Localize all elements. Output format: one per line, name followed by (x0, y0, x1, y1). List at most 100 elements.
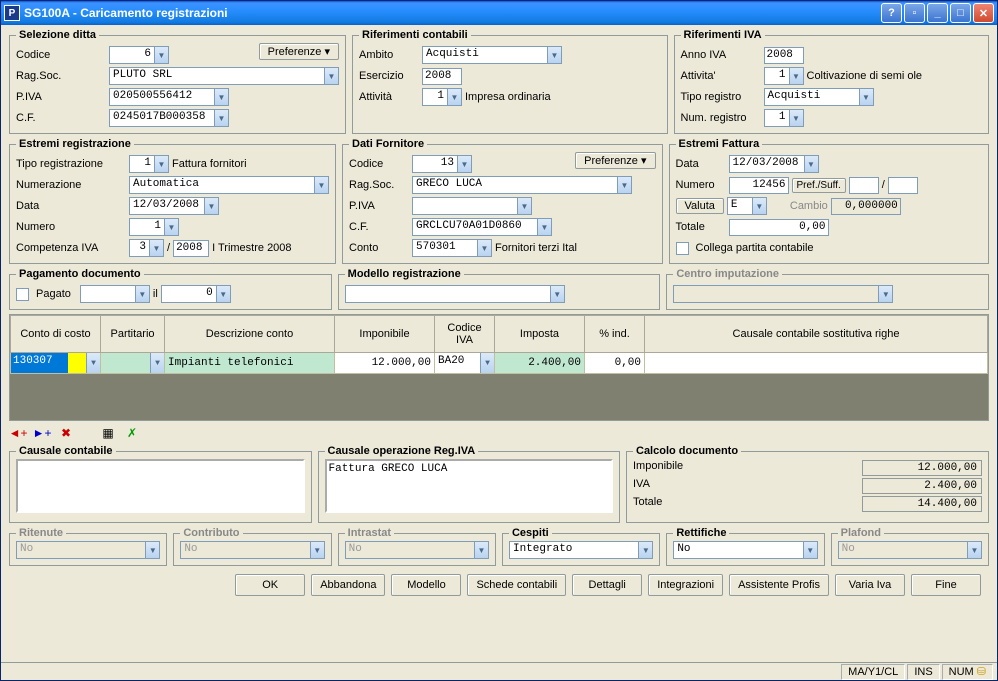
comp-m-select[interactable]: 3▼ (129, 239, 164, 257)
preferenze-button-1[interactable]: Preferenze ▾ (259, 43, 339, 60)
chevron-down-icon[interactable]: ▼ (149, 240, 163, 256)
grid-view-icon[interactable]: ▦ (99, 425, 117, 441)
chevron-down-icon[interactable]: ▼ (164, 219, 178, 235)
data-reg-select[interactable]: 12/03/2008▼ (129, 197, 219, 215)
forn-conto-select[interactable]: 570301▼ (412, 239, 492, 257)
chevron-down-icon[interactable]: ▼ (804, 156, 818, 172)
piva-select[interactable]: 020500556412▼ (109, 88, 229, 106)
cell-causale[interactable] (645, 353, 988, 374)
chevron-down-icon[interactable]: ▼ (547, 47, 561, 63)
chevron-down-icon[interactable]: ▼ (803, 542, 817, 558)
chevron-down-icon[interactable]: ▼ (477, 240, 491, 256)
chevron-down-icon[interactable]: ▼ (150, 353, 164, 373)
modello-select[interactable]: ▼ (345, 285, 565, 303)
table-row[interactable]: 130307 ▼ ▼ Impianti telefonici 12.000,00… (11, 353, 988, 374)
causale-cont-textarea[interactable] (16, 459, 305, 513)
attivita-select[interactable]: 1▼ (422, 88, 462, 106)
col-codice-iva[interactable]: Codice IVA (435, 316, 495, 353)
help-button[interactable]: ? (881, 3, 902, 23)
num-registro-select[interactable]: 1▼ (764, 109, 804, 127)
cell-pind[interactable]: 0,00 (585, 353, 645, 374)
chevron-down-icon[interactable]: ▼ (214, 89, 228, 105)
fine-button[interactable]: Fine (911, 574, 981, 596)
chevron-down-icon[interactable]: ▼ (154, 156, 168, 172)
forn-codice-select[interactable]: 13▼ (412, 155, 472, 173)
causale-iva-textarea[interactable]: Fattura GRECO LUCA (325, 459, 614, 513)
cell-codice-iva[interactable]: BA20 (435, 353, 480, 373)
cell-partitario[interactable] (101, 353, 150, 373)
insert-row-before-icon[interactable]: ◄+ (9, 425, 27, 441)
chevron-down-icon[interactable]: ▼ (86, 353, 100, 373)
cespiti-select[interactable]: Integrato▼ (509, 541, 653, 559)
forn-ragsoc-select[interactable]: GRECO LUCA▼ (412, 176, 632, 194)
fatt-numero-input[interactable] (729, 177, 789, 194)
col-conto[interactable]: Conto di costo (11, 316, 101, 353)
pagato-checkbox[interactable] (16, 288, 29, 301)
abbandona-button[interactable]: Abbandona (311, 574, 385, 596)
chevron-down-icon[interactable]: ▼ (457, 156, 471, 172)
cf-select[interactable]: 0245017B000358▼ (109, 109, 229, 127)
chevron-down-icon[interactable]: ▼ (216, 286, 230, 302)
col-imponibile[interactable]: Imponibile (335, 316, 435, 353)
valuta-button[interactable]: Valuta (676, 198, 724, 214)
col-imposta[interactable]: Imposta (495, 316, 585, 353)
esercizio-input[interactable] (422, 68, 462, 85)
integrazioni-button[interactable]: Integrazioni (648, 574, 723, 596)
fatt-totale-input[interactable] (729, 219, 829, 236)
codice-select[interactable]: 6▼ (109, 46, 169, 64)
col-desc[interactable]: Descrizione conto (165, 316, 335, 353)
extra-window-button[interactable]: ▫ (904, 3, 925, 23)
insert-row-after-icon[interactable]: ►+ (33, 425, 51, 441)
fatt-suff-input[interactable] (888, 177, 918, 194)
chevron-down-icon[interactable]: ▼ (324, 68, 338, 84)
comp-y-input[interactable] (173, 240, 209, 257)
tipo-registro-select[interactable]: Acquisti▼ (764, 88, 874, 106)
anno-iva-input[interactable] (764, 47, 804, 64)
chevron-down-icon[interactable]: ▼ (154, 47, 168, 63)
fatt-data-select[interactable]: 12/03/2008▼ (729, 155, 819, 173)
chevron-down-icon[interactable]: ▼ (214, 110, 228, 126)
forn-cf-select[interactable]: GRCLCU70A01D0860▼ (412, 218, 552, 236)
chevron-down-icon[interactable]: ▼ (859, 89, 873, 105)
assistente-button[interactable]: Assistente Profis (729, 574, 829, 596)
chevron-down-icon[interactable]: ▼ (447, 89, 461, 105)
close-button[interactable]: ✕ (973, 3, 994, 23)
numero-reg-select[interactable]: 1▼ (129, 218, 179, 236)
chevron-down-icon[interactable]: ▼ (537, 219, 551, 235)
chevron-down-icon[interactable]: ▼ (638, 542, 652, 558)
pagato-combo-2[interactable]: 0▼ (161, 285, 231, 303)
dettagli-button[interactable]: Dettagli (572, 574, 642, 596)
chevron-down-icon[interactable]: ▼ (789, 68, 803, 84)
attivita-iva-select[interactable]: 1▼ (764, 67, 804, 85)
delete-row-icon[interactable]: ✖ (57, 425, 75, 441)
fatt-pref-input[interactable] (849, 177, 879, 194)
modello-button[interactable]: Modello (391, 574, 461, 596)
rettifiche-select[interactable]: No▼ (673, 541, 817, 559)
varia-iva-button[interactable]: Varia Iva (835, 574, 905, 596)
excel-export-icon[interactable]: ✗ (123, 425, 141, 441)
chevron-down-icon[interactable]: ▼ (617, 177, 631, 193)
collega-checkbox[interactable] (676, 242, 689, 255)
col-partitario[interactable]: Partitario (101, 316, 165, 353)
chevron-down-icon[interactable]: ▼ (204, 198, 218, 214)
forn-piva-select[interactable]: ▼ (412, 197, 532, 215)
preferenze-button-2[interactable]: Preferenze ▾ (575, 152, 655, 169)
cell-imponibile[interactable]: 12.000,00 (335, 353, 435, 374)
col-pind[interactable]: % ind. (585, 316, 645, 353)
chevron-down-icon[interactable]: ▼ (789, 110, 803, 126)
chevron-down-icon[interactable]: ▼ (550, 286, 564, 302)
chevron-down-icon[interactable]: ▼ (480, 353, 494, 373)
col-causale[interactable]: Causale contabile sostitutiva righe (645, 316, 988, 353)
ambito-select[interactable]: Acquisti▼ (422, 46, 562, 64)
cell-conto[interactable]: 130307 (11, 353, 68, 373)
ragsoc-select[interactable]: PLUTO SRL▼ (109, 67, 339, 85)
pagato-combo-1[interactable]: ▼ (80, 285, 150, 303)
ok-button[interactable]: OK (235, 574, 305, 596)
numerazione-select[interactable]: Automatica▼ (129, 176, 329, 194)
chevron-down-icon[interactable]: ▼ (314, 177, 328, 193)
valuta-select[interactable]: E▼ (727, 197, 767, 215)
minimize-button[interactable]: _ (927, 3, 948, 23)
chevron-down-icon[interactable]: ▼ (517, 198, 531, 214)
schede-button[interactable]: Schede contabili (467, 574, 566, 596)
prefsuff-button[interactable]: Pref./Suff. (792, 178, 846, 193)
